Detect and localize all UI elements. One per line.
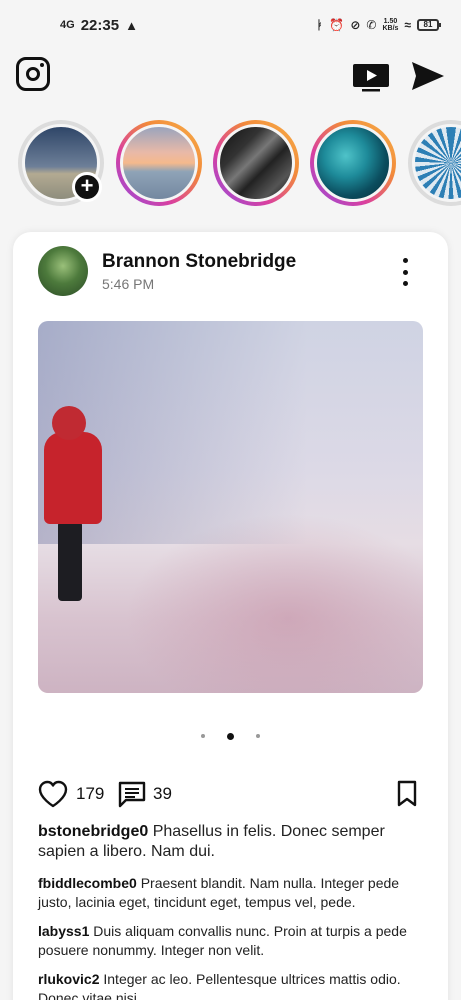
logo-dot: [40, 63, 44, 67]
heart-icon[interactable]: [38, 780, 68, 808]
author-avatar[interactable]: [38, 246, 88, 296]
comment-icon[interactable]: [117, 780, 147, 808]
app-notification-icon: ▲: [125, 17, 138, 33]
story-avatar: [217, 124, 295, 202]
story-avatar: [314, 124, 392, 202]
network-speed-unit: KB/s: [382, 25, 399, 32]
story-ferris-wheel[interactable]: [408, 120, 461, 206]
carousel-dot[interactable]: [256, 734, 260, 738]
story-avatar: [412, 124, 461, 202]
story-avatar: [120, 124, 198, 202]
tv-icon[interactable]: [352, 62, 390, 92]
comment-user[interactable]: rlukovic2: [38, 971, 99, 987]
comment-item: labyss1 Duis aliquam convallis nunc. Pro…: [38, 922, 433, 960]
bookmark-icon[interactable]: [395, 780, 419, 808]
logo-lens: [26, 67, 40, 81]
comment-item: fbiddlecombe0 Praesent blandit. Nam null…: [38, 874, 433, 912]
add-story-icon[interactable]: +: [72, 172, 102, 202]
person-coat: [44, 432, 102, 524]
signal-indicator: 4G: [60, 19, 75, 31]
post-image[interactable]: [38, 321, 423, 693]
more-dot: [402, 269, 408, 275]
alarm-icon: ⏰: [329, 18, 345, 32]
post-caption: bstonebridge0 Phasellus in felis. Donec …: [38, 822, 433, 862]
bluetooth-icon: ᛓ: [316, 18, 324, 32]
comment-text: Duis aliquam convallis nunc. Proin at tu…: [38, 923, 407, 958]
author-name[interactable]: Brannon Stonebridge: [102, 251, 296, 273]
send-icon[interactable]: [410, 60, 446, 92]
image-person: [44, 406, 104, 606]
comment-user[interactable]: labyss1: [38, 923, 89, 939]
like-count: 179: [76, 784, 105, 803]
post-time: 5:46 PM: [102, 276, 155, 292]
comment-item: rlukovic2 Integer ac leo. Pellentesque u…: [38, 970, 433, 1000]
network-speed-value: 1.50: [383, 18, 398, 25]
person-hood: [52, 406, 86, 440]
battery-indicator: 81: [417, 19, 441, 31]
story-sunset[interactable]: [116, 120, 202, 206]
do-not-disturb-icon: ⊘: [350, 18, 361, 32]
comment-count: 39: [153, 784, 172, 803]
more-dot: [402, 258, 408, 263]
more-vertical-icon[interactable]: [397, 258, 413, 286]
comment-user[interactable]: bstonebridge0: [38, 823, 148, 840]
post-card: Brannon Stonebridge 5:46 PM 179 39 bston…: [13, 232, 448, 1000]
stories-row: +: [0, 120, 461, 210]
clock: 22:35: [80, 16, 120, 34]
network-speed: 1.50 KB/s: [382, 18, 398, 32]
comment-user[interactable]: fbiddlecombe0: [38, 875, 137, 891]
wifi-icon: ≈: [404, 18, 411, 32]
call-icon: ✆: [366, 18, 377, 32]
post-actions: 179 39: [38, 780, 423, 808]
person-legs: [58, 521, 82, 601]
carousel-dot-active[interactable]: [227, 732, 234, 740]
comments-list: bstonebridge0 Phasellus in felis. Donec …: [38, 822, 433, 1000]
carousel-dot[interactable]: [201, 734, 205, 738]
carousel-indicator: [13, 732, 448, 740]
story-ocean[interactable]: [310, 120, 396, 206]
app-bar: [0, 50, 461, 100]
status-bar: 4G 22:35 ▲ ᛓ ⏰ ⊘ ✆ 1.50 KB/s ≈ 81: [0, 0, 461, 50]
story-building[interactable]: [213, 120, 299, 206]
instagram-icon[interactable]: [16, 57, 50, 91]
more-dot: [402, 281, 408, 286]
